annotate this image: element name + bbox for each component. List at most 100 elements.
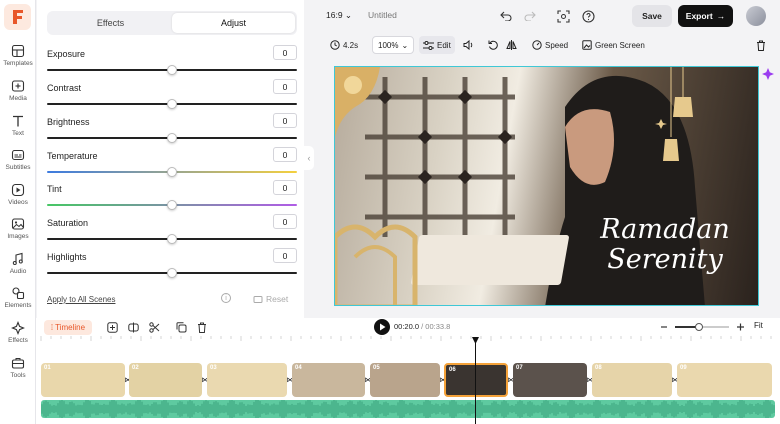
audio-track[interactable] [41,400,775,418]
rail-item-tools[interactable]: Tools [0,354,36,388]
rail-item-audio[interactable]: Audio [0,250,36,284]
scene-clip[interactable]: 03 [207,363,287,397]
scene-clip[interactable]: 04 [292,363,365,397]
adjust-row-tint: Tint 0 [47,180,297,218]
scene-clip[interactable]: 01 [41,363,125,397]
speed-button[interactable]: Speed [532,36,568,54]
clip-number: 01 [44,365,51,371]
redo-button[interactable] [522,8,538,24]
rail-label: Elements [4,302,32,309]
clip-number: 09 [680,365,687,371]
rail-label: Images [7,233,29,240]
split-button[interactable] [127,321,139,333]
flip-button[interactable] [506,36,517,54]
adjust-slider-knob[interactable] [167,234,177,244]
scene-clip[interactable]: 09 [677,363,772,397]
clip-number: 05 [373,365,380,371]
timeline-zoom-slider[interactable] [661,321,746,333]
speed-label: Speed [545,40,569,50]
rail-item-text[interactable]: Text [0,112,36,146]
adjust-slider-knob[interactable] [167,99,177,109]
adjust-value-input[interactable]: 0 [273,248,297,263]
adjust-slider-knob[interactable] [167,200,177,210]
fit-button[interactable]: Fit [754,321,763,330]
adjust-value-input[interactable]: 0 [273,147,297,162]
text-icon [13,115,23,127]
golden-flower-decoration [335,67,380,137]
green-screen-label: Green Screen [595,40,645,50]
rail-item-templates[interactable]: Templates [0,42,36,76]
duplicate-button[interactable] [175,321,187,333]
app-logo[interactable] [4,4,31,30]
project-title[interactable]: Untitled [368,10,397,20]
avatar[interactable] [746,6,766,26]
ai-assistant-icon[interactable] [762,68,774,80]
total-time: 00:33.8 [425,322,451,331]
reset-button[interactable]: Reset [253,294,288,304]
video-icon [11,183,25,197]
chevron-down-icon: ⌄ [401,40,409,50]
add-scene-button[interactable] [106,321,118,333]
export-label: Export [685,11,713,21]
adjust-value-input[interactable]: 0 [273,79,297,94]
adjust-row-contrast: Contrast 0 [47,79,297,117]
tab-adjust[interactable]: Adjust [172,13,295,33]
adjust-slider-knob[interactable] [167,65,177,75]
adjust-value-input[interactable]: 0 [273,214,297,229]
scene-clip[interactable]: 08 [592,363,672,397]
scene-clip[interactable]: 02 [129,363,202,397]
play-button[interactable] [374,319,390,335]
clip-number: 06 [449,367,456,373]
playhead[interactable] [475,338,476,424]
undo-button[interactable] [498,8,514,24]
scene-clip[interactable]: 05 [370,363,440,397]
adjust-row-temperature: Temperature 0 [47,147,297,185]
export-button[interactable]: Export → [678,5,733,27]
adjust-row-highlights: Highlights 0 [47,248,297,286]
apply-to-all-scenes-link[interactable]: Apply to All Scenes [47,295,115,304]
green-screen-button[interactable]: Green Screen [582,36,645,54]
screenshot-button[interactable] [555,8,571,24]
duration-button[interactable]: 4.2s [330,36,358,54]
adjust-value-input[interactable]: 0 [273,45,297,60]
title-overlay[interactable]: Ramadan Serenity [590,215,740,275]
adjust-slider-knob[interactable] [167,167,177,177]
rail-item-elements[interactable]: Elements [0,284,36,318]
left-rail: Templates Media Text Subtitles Videos Im… [0,0,36,424]
rail-item-media[interactable]: Media [0,77,36,111]
cut-button[interactable] [148,321,160,333]
info-icon[interactable]: i [221,293,231,303]
clip-number: 03 [210,365,217,371]
rail-item-effects[interactable]: Effects [0,319,36,353]
save-button[interactable]: Save [632,5,672,27]
scene-clip[interactable]: 07 [513,363,587,397]
delete-scene-button[interactable] [196,321,208,333]
rail-item-subtitles[interactable]: Subtitles [0,146,36,180]
clip-number: 04 [295,365,302,371]
adjust-value-input[interactable]: 0 [273,113,297,128]
clock-icon [330,40,340,50]
rail-item-videos[interactable]: Videos [0,181,36,215]
adjust-value-input[interactable]: 0 [273,180,297,195]
edit-button[interactable]: Edit [419,36,455,54]
delete-button[interactable] [756,36,766,54]
adjust-slider-knob[interactable] [167,133,177,143]
collapse-panel-handle[interactable]: ‹ [304,146,314,170]
adjust-slider-knob[interactable] [167,268,177,278]
video-canvas[interactable]: Ramadan Serenity [334,66,759,306]
help-button[interactable] [580,8,596,24]
rail-item-images[interactable]: Images [0,215,36,249]
scene-clip[interactable]: 06 [444,363,508,397]
aspect-ratio-select[interactable]: 16:9 ⌄ [326,10,352,21]
tab-timeline[interactable]: ⁞ Timeline [44,320,92,335]
rail-label: Tools [10,372,26,379]
rotate-button[interactable] [488,36,498,54]
rail-label: Media [9,95,27,102]
tab-effects[interactable]: Effects [49,13,172,33]
adjust-label: Highlights [47,252,87,262]
volume-button[interactable] [463,36,474,54]
clip-number: 08 [595,365,602,371]
media-icon [11,80,25,92]
music-icon [12,252,23,265]
zoom-select[interactable]: 100% ⌄ [372,36,415,54]
